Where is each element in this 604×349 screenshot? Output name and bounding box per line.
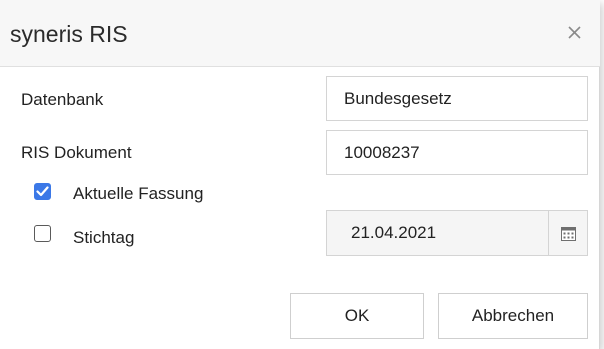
calendar-icon[interactable]	[548, 210, 588, 256]
dialog-title: syneris RIS	[10, 21, 128, 47]
ris-dokument-field[interactable]	[326, 130, 588, 175]
dialog-titlebar: syneris RIS	[0, 0, 600, 67]
stichtag-checkbox[interactable]	[34, 225, 51, 242]
datenbank-label: Datenbank	[21, 90, 104, 109]
close-icon[interactable]	[564, 22, 584, 42]
syneris-ris-dialog: syneris RIS Datenbank RIS Dokument Aktue…	[0, 0, 600, 349]
stichtag-label: Stichtag	[73, 228, 135, 247]
aktuelle-fassung-checkbox[interactable]	[34, 183, 51, 200]
ris-dokument-label: RIS Dokument	[21, 143, 132, 162]
ok-button[interactable]: OK	[290, 293, 424, 339]
stichtag-date-field[interactable]	[326, 210, 549, 256]
aktuelle-fassung-label: Aktuelle Fassung	[73, 184, 204, 203]
abbrechen-button[interactable]: Abbrechen	[438, 293, 588, 339]
datenbank-field[interactable]	[326, 76, 588, 121]
